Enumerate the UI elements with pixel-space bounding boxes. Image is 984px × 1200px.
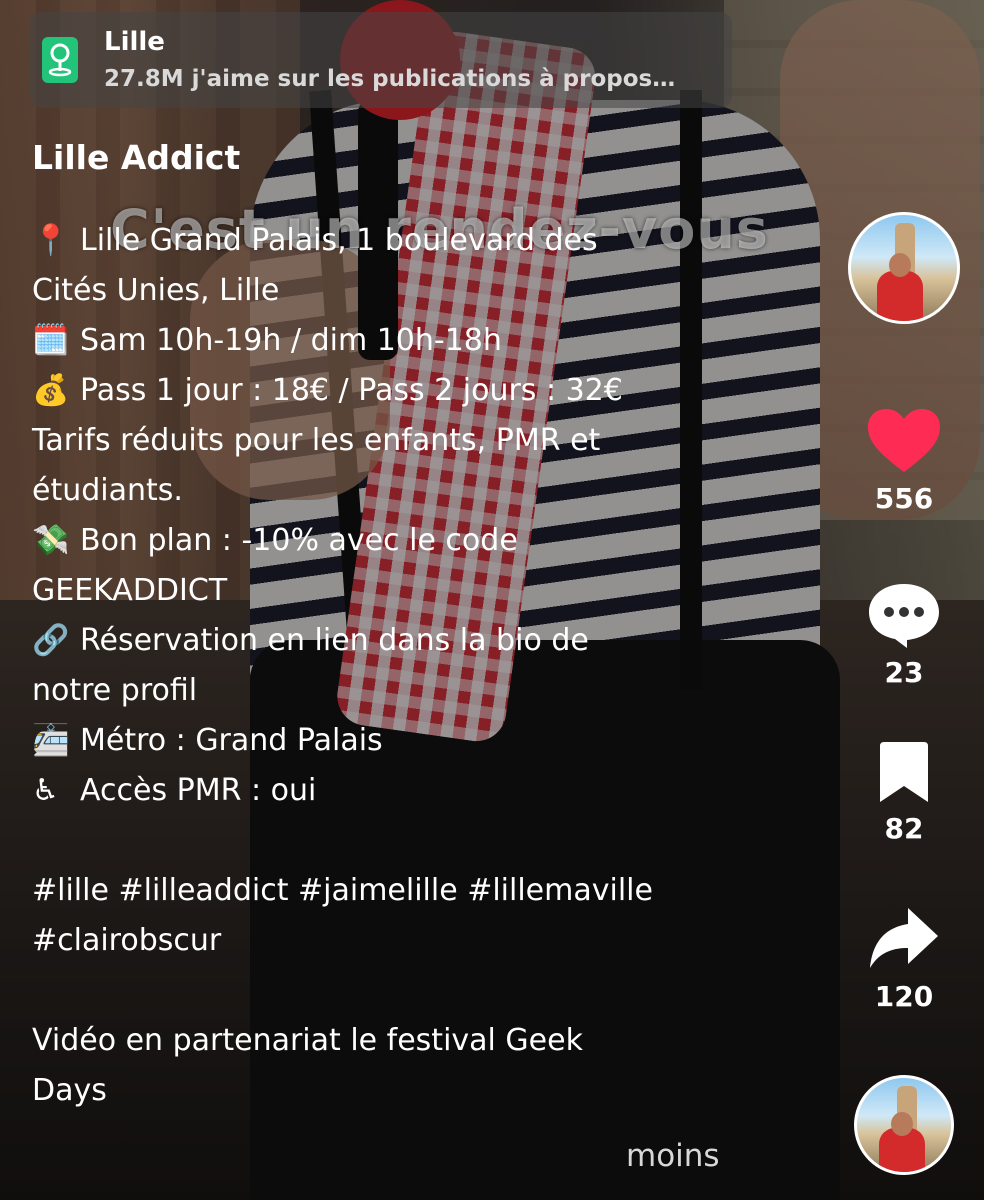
caption-line: 🔗 Réservation en lien dans la bio de <box>32 616 752 666</box>
like-count: 556 <box>874 482 934 515</box>
save-count: 82 <box>884 812 924 845</box>
caption-line <box>32 816 752 866</box>
avatar-head <box>891 1112 913 1136</box>
caption-text: Cités Unies, Lille <box>32 273 280 308</box>
caption-emoji-icon: 🔗 <box>32 623 70 658</box>
caption-line: #lille #lilleaddict #jaimelille #lillema… <box>32 866 752 916</box>
caption-text: Réservation en lien dans la bio de <box>80 623 589 658</box>
caption-line <box>32 966 752 1016</box>
caption-text: Pass 1 jour : 18€ / Pass 2 jours : 32€ <box>80 373 623 408</box>
caption-text: Bon plan : -10% avec le code <box>80 523 518 558</box>
caption-line: Vidéo en partenariat le festival Geek <box>32 1016 752 1066</box>
bookmark-icon <box>880 742 928 802</box>
location-banner[interactable]: Lille 27.8M j'aime sur les publications … <box>30 12 732 108</box>
caption-text: Sam 10h-19h / dim 10h-18h <box>80 323 502 358</box>
caption-line: Tarifs réduits pour les enfants, PMR et <box>32 416 752 466</box>
like-button[interactable]: 556 <box>854 408 954 515</box>
caption-emoji-icon: 🗓️ <box>32 323 70 358</box>
caption-line: notre profil <box>32 666 752 716</box>
avatar-head <box>889 253 911 277</box>
location-subtitle: 27.8M j'aime sur les publications à prop… <box>104 66 676 92</box>
caption-text: Tarifs réduits pour les enfants, PMR et <box>32 423 601 458</box>
caption-line: 📍 Lille Grand Palais, 1 boulevard des <box>32 216 752 266</box>
caption-line: 💸 Bon plan : -10% avec le code <box>32 516 752 566</box>
author-name[interactable]: Lille Addict <box>32 138 240 177</box>
caption-text: notre profil <box>32 673 198 708</box>
caption-emoji-icon: 📍 <box>32 223 70 258</box>
comment-count: 23 <box>884 656 924 689</box>
caption-text: #lille #lilleaddict #jaimelille #lillema… <box>32 873 653 908</box>
share-count: 120 <box>874 980 934 1013</box>
post-caption: 📍 Lille Grand Palais, 1 boulevard des Cité… <box>32 216 752 1116</box>
caption-text: Vidéo en partenariat le festival Geek <box>32 1023 583 1058</box>
share-button[interactable]: 120 <box>854 906 954 1013</box>
caption-line: ♿ Accès PMR : oui <box>32 766 752 816</box>
comment-button[interactable]: 23 <box>854 582 954 689</box>
sound-avatar[interactable] <box>854 1075 954 1175</box>
caption-line: GEEKADDICT <box>32 566 752 616</box>
caption-line: 🗓️ Sam 10h-19h / dim 10h-18h <box>32 316 752 366</box>
caption-line: Cités Unies, Lille <box>32 266 752 316</box>
caption-text: Lille Grand Palais, 1 boulevard des <box>80 223 598 258</box>
caption-line: 🚈 Métro : Grand Palais <box>32 716 752 766</box>
avatar-person <box>877 271 923 321</box>
caption-line: Days <box>32 1066 752 1116</box>
caption-line: 💰 Pass 1 jour : 18€ / Pass 2 jours : 32€ <box>32 366 752 416</box>
caption-text: Métro : Grand Palais <box>80 723 383 758</box>
caption-text: Accès PMR : oui <box>80 773 317 808</box>
less-button[interactable]: moins <box>626 1138 720 1174</box>
caption-emoji-icon: 💰 <box>32 373 70 408</box>
save-button[interactable]: 82 <box>854 742 954 845</box>
caption-line: #clairobscur <box>32 916 752 966</box>
caption-text: Days <box>32 1073 107 1108</box>
caption-text: GEEKADDICT <box>32 573 228 608</box>
action-rail: 556 23 82 120 <box>848 0 984 1200</box>
caption-emoji-icon: 🚈 <box>32 723 70 758</box>
share-arrow-icon <box>870 908 938 968</box>
comment-bubble-icon <box>869 584 939 648</box>
caption-text: #clairobscur <box>32 923 222 958</box>
caption-emoji-icon: ♿ <box>32 773 59 808</box>
map-pin-icon <box>42 37 78 83</box>
caption-line: étudiants. <box>32 466 752 516</box>
location-name: Lille <box>104 27 165 57</box>
caption-emoji-icon: 💸 <box>32 523 70 558</box>
creator-avatar[interactable] <box>848 212 960 324</box>
heart-icon <box>868 409 940 472</box>
caption-text: étudiants. <box>32 473 183 508</box>
